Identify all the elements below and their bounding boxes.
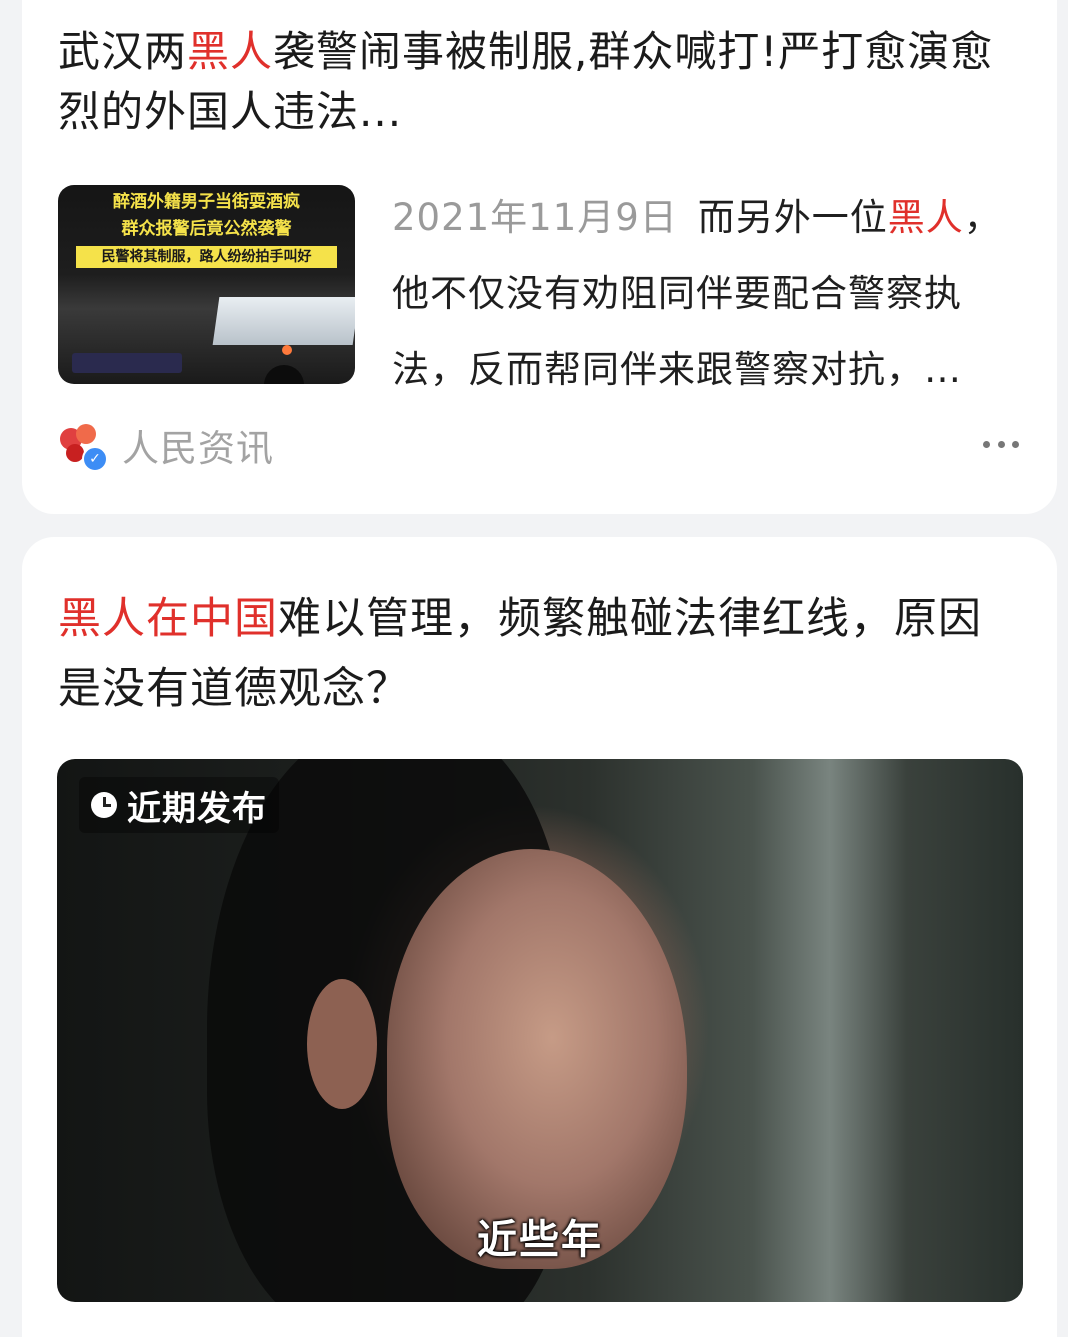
article-title[interactable]: 武汉两黑人袭警闹事被制服,群众喊打!严打愈演愈烈的外国人违法...: [58, 22, 1017, 142]
more-dots-icon[interactable]: [983, 428, 1019, 460]
news-card[interactable]: 武汉两黑人袭警闹事被制服,群众喊打!严打愈演愈烈的外国人违法... 醉酒外籍男子…: [22, 0, 1057, 514]
video-subtitle: 近些年: [477, 1217, 603, 1263]
article-summary[interactable]: 2021年11月9日 而另外一位黑人，他不仅没有劝阻同伴要配合警察执法，反而帮同伴…: [392, 180, 1032, 408]
recent-badge: 近期发布: [79, 777, 279, 833]
clock-icon: [91, 792, 117, 818]
article-date: 2021年11月9日: [392, 196, 678, 239]
title-prefix: 武汉两: [58, 27, 188, 76]
thumbnail-caption-2: 群众报警后竟公然袭警: [121, 219, 292, 239]
video-player[interactable]: 近期发布 近些年: [57, 759, 1023, 1302]
article-thumbnail[interactable]: 醉酒外籍男子当街耍酒疯 群众报警后竟公然袭警 民警将其制服，路人纷纷拍手叫好: [58, 185, 355, 384]
article-title[interactable]: 黑人在中国难以管理，频繁触碰法律红线，原因是没有道德观念？: [58, 584, 1017, 724]
title-highlight: 黑人: [187, 27, 274, 76]
news-card[interactable]: 黑人在中国难以管理，频繁触碰法律红线，原因是没有道德观念？ 近期发布 近些年: [22, 537, 1057, 1337]
thumbnail-caption-3: 民警将其制服，路人纷纷拍手叫好: [76, 246, 337, 268]
thumbnail-sign: [72, 353, 182, 373]
thumbnail-building-light: [212, 297, 355, 345]
thumbnail-person-silhouette: [264, 365, 304, 384]
thumbnail-lamp: [282, 345, 292, 355]
thumbnail-caption-1: 醉酒外籍男子当街耍酒疯: [113, 192, 300, 212]
article-source[interactable]: ✓ 人民资讯: [58, 420, 274, 472]
verified-badge-icon: ✓: [82, 446, 108, 472]
renmin-logo-icon: ✓: [58, 422, 108, 472]
video-frame-face: [387, 849, 687, 1269]
video-frame-ear: [307, 979, 377, 1109]
recent-badge-label: 近期发布: [127, 788, 267, 829]
summary-prefix: 而另外一位: [697, 196, 888, 239]
summary-highlight: 黑人: [887, 196, 964, 239]
title-highlight: 黑人在中国: [58, 594, 278, 644]
source-name: 人民资讯: [122, 427, 274, 470]
